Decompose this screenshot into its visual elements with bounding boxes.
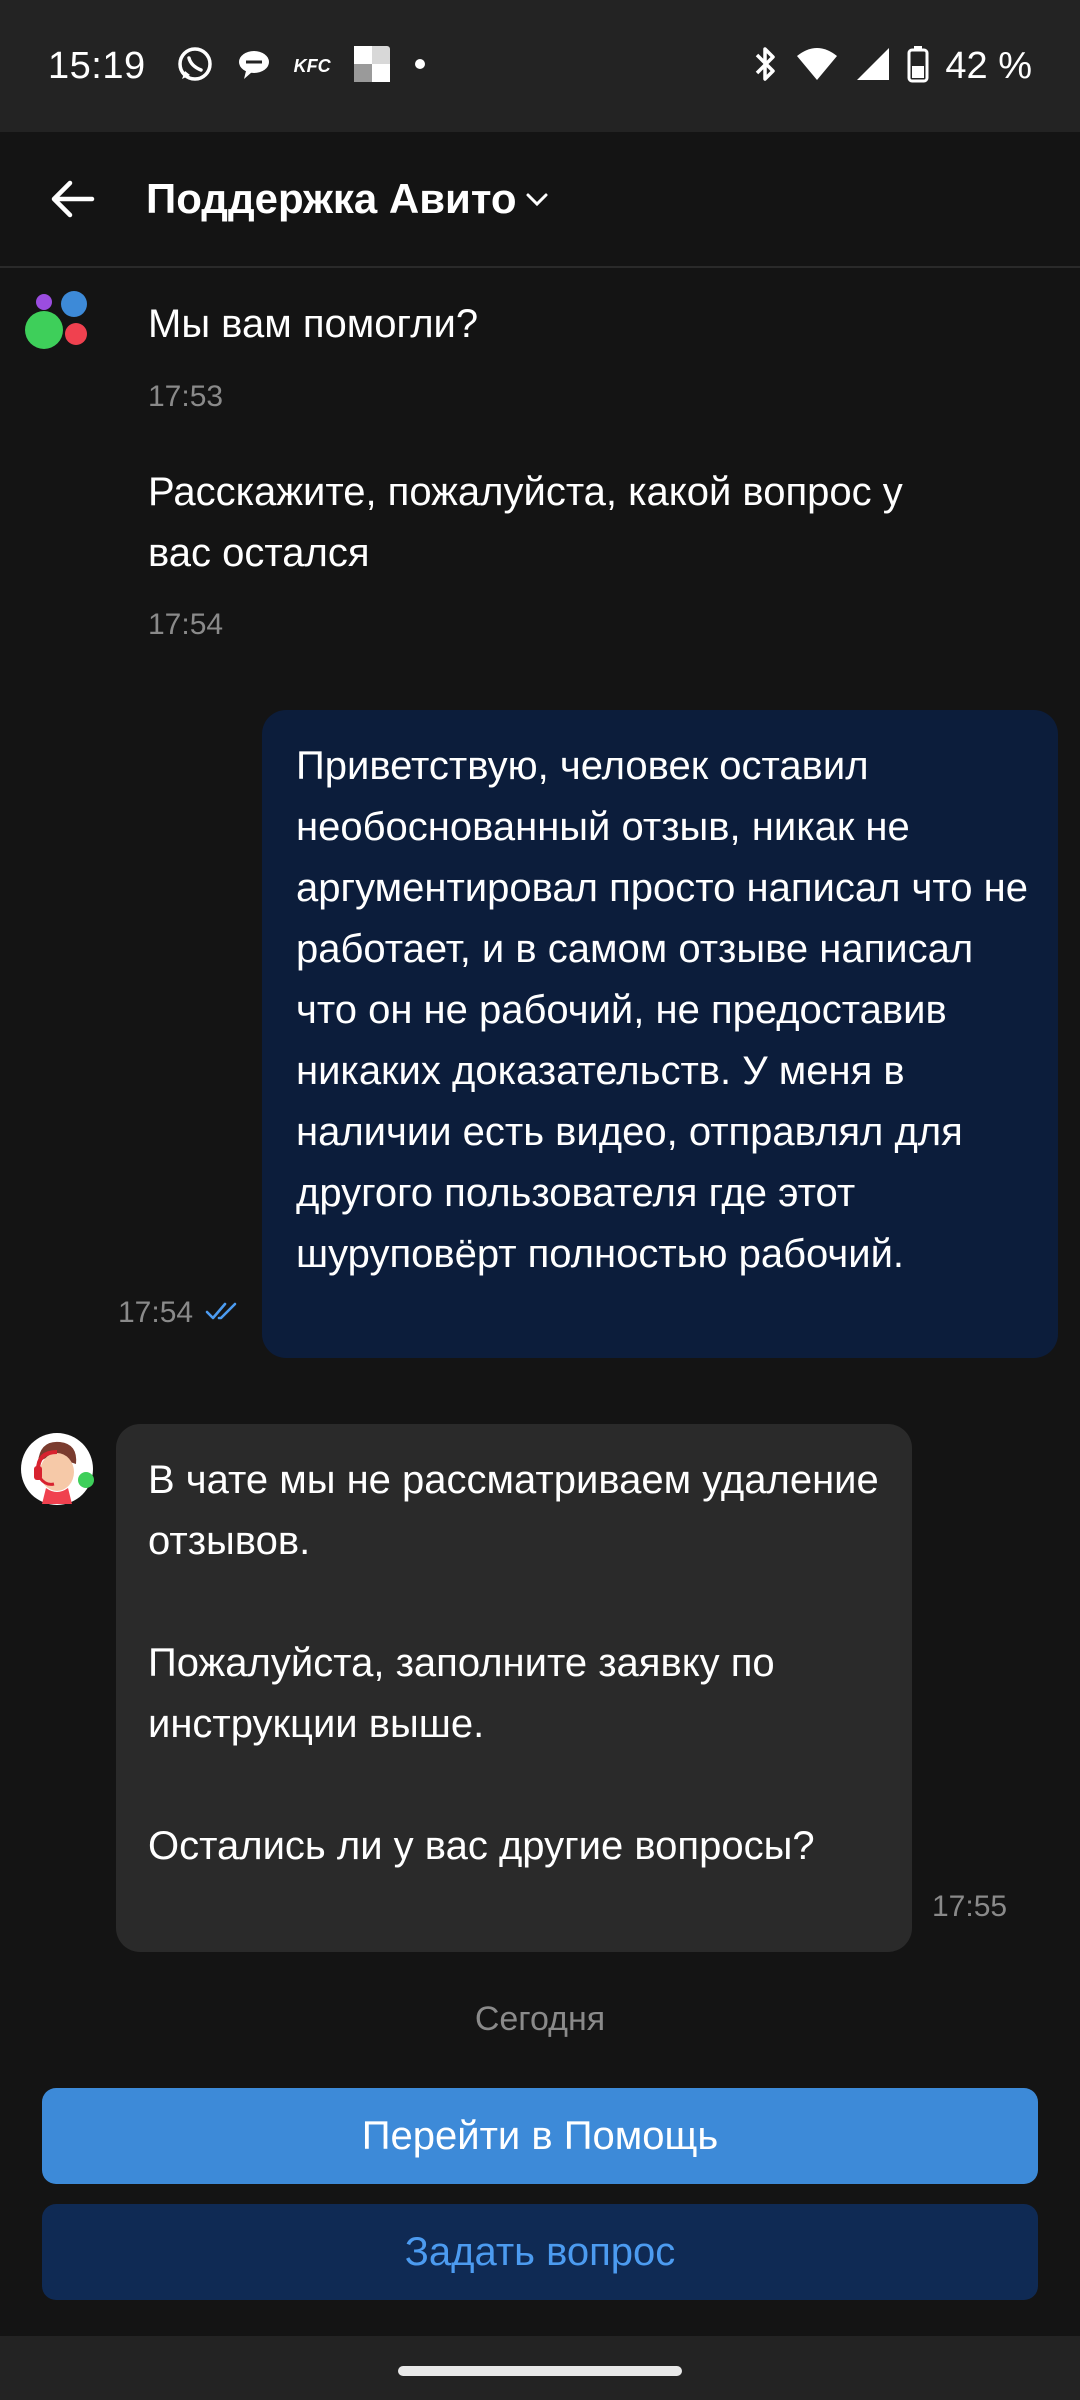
user-message-meta: 17:54 xyxy=(118,1296,241,1330)
chat-header: Поддержка Авито xyxy=(0,132,1080,268)
battery-percent: 42 % xyxy=(945,44,1032,87)
home-indicator[interactable] xyxy=(398,2366,682,2376)
chevron-down-icon[interactable] xyxy=(525,192,549,213)
message-time: 17:54 xyxy=(118,1296,194,1329)
chat-title[interactable]: Поддержка Авито xyxy=(146,175,517,223)
support-agent-avatar xyxy=(20,1432,94,1506)
message-time: 17:54 xyxy=(148,608,224,641)
bot-message-text: Мы вам помогли? xyxy=(148,302,479,346)
wifi-icon xyxy=(795,46,839,87)
agent-message-paragraph: Остались ли у вас другие вопросы? xyxy=(148,1824,815,1868)
notification-icons: KFC xyxy=(176,45,427,88)
user-message-bubble[interactable]: Приветствую, человек оставил необоснован… xyxy=(262,710,1058,1358)
battery-icon xyxy=(907,45,929,88)
bot-message-text: Расскажите, пожалуйста, какой вопрос у в… xyxy=(148,470,903,575)
date-separator: Сегодня xyxy=(474,2000,606,2038)
app-icon xyxy=(353,45,391,88)
back-button[interactable] xyxy=(42,169,102,229)
agent-message-paragraph: Пожалуйста, заполните заявку по инструкц… xyxy=(148,1641,775,1746)
agent-message-bubble[interactable]: В чате мы не рассматриваем удаление отзы… xyxy=(116,1424,912,1952)
arrow-left-icon xyxy=(51,180,95,218)
bluetooth-icon xyxy=(751,45,779,88)
user-message-text: Приветствую, человек оставил необоснован… xyxy=(296,744,1028,1276)
go-to-help-button[interactable]: Перейти в Помощь xyxy=(42,2088,1038,2184)
message-time: 17:53 xyxy=(148,380,224,413)
kfc-icon: KFC xyxy=(293,55,331,76)
dot-icon xyxy=(413,57,427,76)
avito-logo-icon xyxy=(24,290,94,352)
ask-question-button[interactable]: Задать вопрос xyxy=(42,2204,1038,2300)
status-bar: 15:19 KFC 42 % xyxy=(0,0,1080,132)
signal-icon xyxy=(855,46,891,87)
status-time: 15:19 xyxy=(48,44,146,87)
double-check-icon xyxy=(205,1300,241,1327)
navigation-bar xyxy=(0,2336,1080,2400)
message-time: 17:55 xyxy=(932,1890,1008,1923)
agent-message-paragraph: В чате мы не рассматриваем удаление отзы… xyxy=(148,1458,879,1563)
whatsapp-icon xyxy=(176,45,214,88)
chat-bubble-icon xyxy=(236,47,272,86)
system-icons: 42 % xyxy=(751,45,1032,88)
